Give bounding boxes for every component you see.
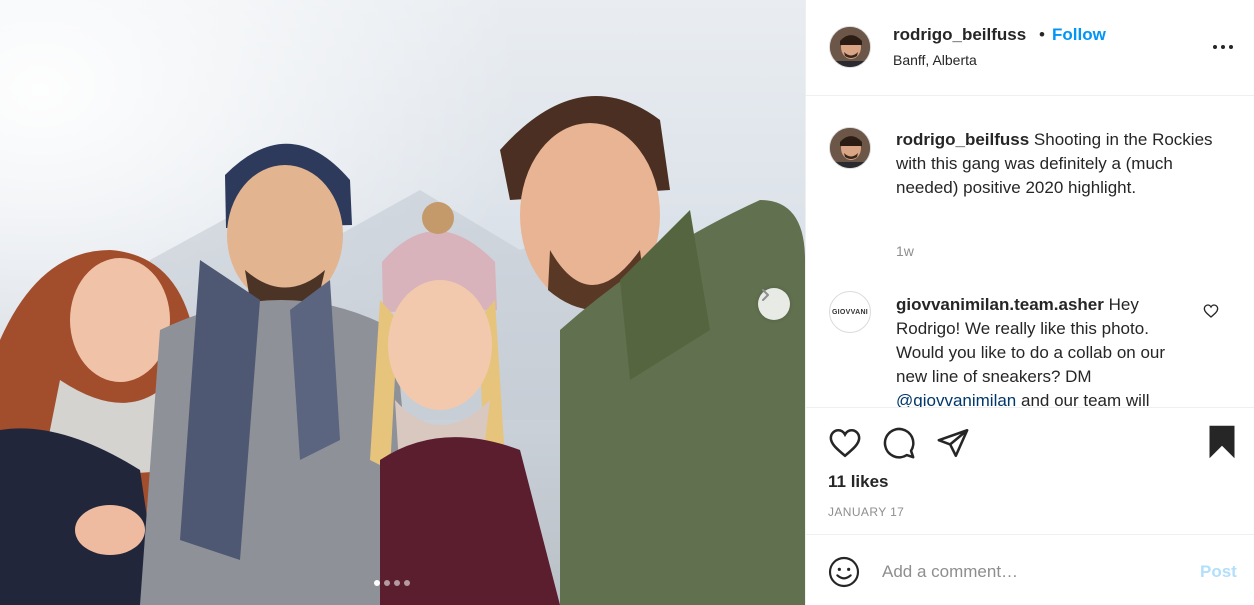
avatar[interactable]: GIOVVANI (829, 291, 871, 333)
follow-button[interactable]: Follow (1052, 25, 1106, 45)
likes-count[interactable]: 11 likes (828, 472, 889, 492)
carousel-indicator (374, 580, 410, 586)
post-actions: 11 likes JANUARY 17 (806, 407, 1254, 534)
caption-timestamp[interactable]: 1w (896, 243, 914, 259)
avatar[interactable] (829, 26, 871, 68)
comment: giovvanimilan.team.asher Hey Rodrigo! We… (896, 293, 1196, 407)
avatar[interactable] (829, 127, 871, 169)
post-comment-button[interactable]: Post (1200, 562, 1237, 582)
profile-picture (830, 128, 870, 168)
comment-like-heart-icon[interactable] (1203, 303, 1219, 319)
more-horizontal-icon[interactable] (1212, 38, 1234, 56)
post-photo[interactable] (0, 0, 805, 605)
bookmark-icon[interactable] (1207, 424, 1237, 460)
comment-username[interactable]: giovvanimilan.team.asher (896, 295, 1104, 314)
brand-logo: GIOVVANI (831, 308, 869, 316)
add-comment-bar: Post (806, 534, 1254, 605)
carousel-next-button[interactable] (758, 288, 790, 320)
emoji-icon[interactable] (828, 556, 860, 588)
comment-icon[interactable] (882, 426, 916, 460)
separator-dot: • (1039, 25, 1045, 44)
carousel-dot (374, 580, 380, 586)
caption: rodrigo_beilfuss Shooting in the Rockies… (896, 128, 1226, 200)
heart-icon[interactable] (828, 426, 862, 460)
carousel-dot (384, 580, 390, 586)
profile-picture (830, 27, 870, 67)
location-link[interactable]: Banff, Alberta (893, 52, 977, 68)
carousel-dot (404, 580, 410, 586)
share-icon[interactable] (936, 426, 970, 460)
username-link[interactable]: rodrigo_beilfuss (893, 25, 1026, 45)
group-selfie-image (0, 0, 805, 605)
carousel-dot (394, 580, 400, 586)
comments-section[interactable]: rodrigo_beilfuss Shooting in the Rockies… (806, 97, 1254, 407)
chevron-right-icon (762, 289, 769, 301)
post-date: JANUARY 17 (828, 505, 905, 519)
mention-link[interactable]: @giovvanimilan (896, 391, 1016, 407)
comment-input[interactable] (882, 559, 1182, 585)
post-details-panel: rodrigo_beilfuss • Follow Banff, Alberta… (805, 0, 1254, 605)
comment-text-tail: and our team will (1021, 391, 1150, 407)
caption-username[interactable]: rodrigo_beilfuss (896, 130, 1029, 149)
post-header: rodrigo_beilfuss • Follow Banff, Alberta (806, 0, 1254, 96)
